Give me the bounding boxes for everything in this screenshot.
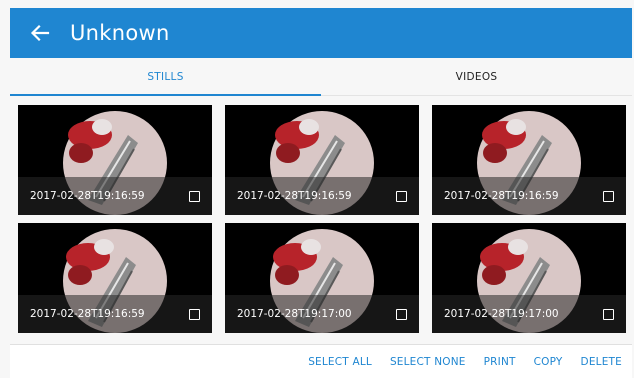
arrow-left-icon	[30, 24, 50, 42]
thumbnail-caption-bar: 2017-02-28T19:16:59	[432, 177, 626, 215]
thumbnail-caption-bar: 2017-02-28T19:17:00	[225, 295, 419, 333]
print-button[interactable]: PRINT	[484, 356, 516, 368]
still-timestamp: 2017-02-28T19:16:59	[30, 308, 145, 320]
still-thumbnail[interactable]: 2017-02-28T19:16:59	[18, 223, 212, 333]
copy-button[interactable]: COPY	[534, 356, 563, 368]
page-title: Unknown	[70, 21, 170, 45]
still-thumbnail[interactable]: 2017-02-28T19:17:00	[432, 223, 626, 333]
back-button[interactable]	[10, 8, 70, 58]
thumbnail-caption-bar: 2017-02-28T19:17:00	[432, 295, 626, 333]
image-gallery-screen: Unknown STILLS VIDEOS 2017-02-28T19:16:5…	[0, 0, 634, 378]
action-bar: SELECT ALL SELECT NONE PRINT COPY DELETE	[10, 344, 632, 378]
select-all-button[interactable]: SELECT ALL	[308, 356, 372, 368]
still-timestamp: 2017-02-28T19:16:59	[237, 190, 352, 202]
still-timestamp: 2017-02-28T19:17:00	[444, 308, 559, 320]
thumbnail-caption-bar: 2017-02-28T19:16:59	[18, 177, 212, 215]
still-thumbnail[interactable]: 2017-02-28T19:17:00	[225, 223, 419, 333]
still-timestamp: 2017-02-28T19:16:59	[30, 190, 145, 202]
thumbnail-caption-bar: 2017-02-28T19:16:59	[225, 177, 419, 215]
select-checkbox[interactable]	[189, 190, 200, 202]
app-bar: Unknown	[10, 8, 632, 58]
select-checkbox[interactable]	[396, 308, 407, 320]
select-none-button[interactable]: SELECT NONE	[390, 356, 466, 368]
select-checkbox[interactable]	[603, 308, 614, 320]
tab-bar: STILLS VIDEOS	[10, 58, 632, 96]
tab-stills[interactable]: STILLS	[10, 58, 321, 96]
stills-grid: 2017-02-28T19:16:59 2017-02-28T19:16:59	[18, 105, 630, 333]
still-thumbnail[interactable]: 2017-02-28T19:16:59	[225, 105, 419, 215]
delete-button[interactable]: DELETE	[581, 356, 622, 368]
still-thumbnail[interactable]: 2017-02-28T19:16:59	[432, 105, 626, 215]
thumbnail-caption-bar: 2017-02-28T19:16:59	[18, 295, 212, 333]
still-thumbnail[interactable]: 2017-02-28T19:16:59	[18, 105, 212, 215]
select-checkbox[interactable]	[603, 190, 614, 202]
tab-videos[interactable]: VIDEOS	[321, 58, 632, 95]
select-checkbox[interactable]	[396, 190, 407, 202]
still-timestamp: 2017-02-28T19:16:59	[444, 190, 559, 202]
select-checkbox[interactable]	[189, 308, 200, 320]
still-timestamp: 2017-02-28T19:17:00	[237, 308, 352, 320]
